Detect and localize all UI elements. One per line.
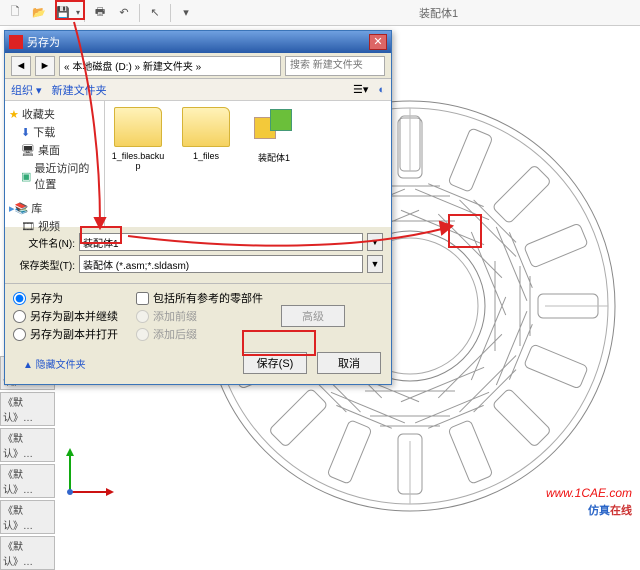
- annotation-arrows: [0, 0, 640, 522]
- list-item[interactable]: 《默认》…: [0, 536, 55, 570]
